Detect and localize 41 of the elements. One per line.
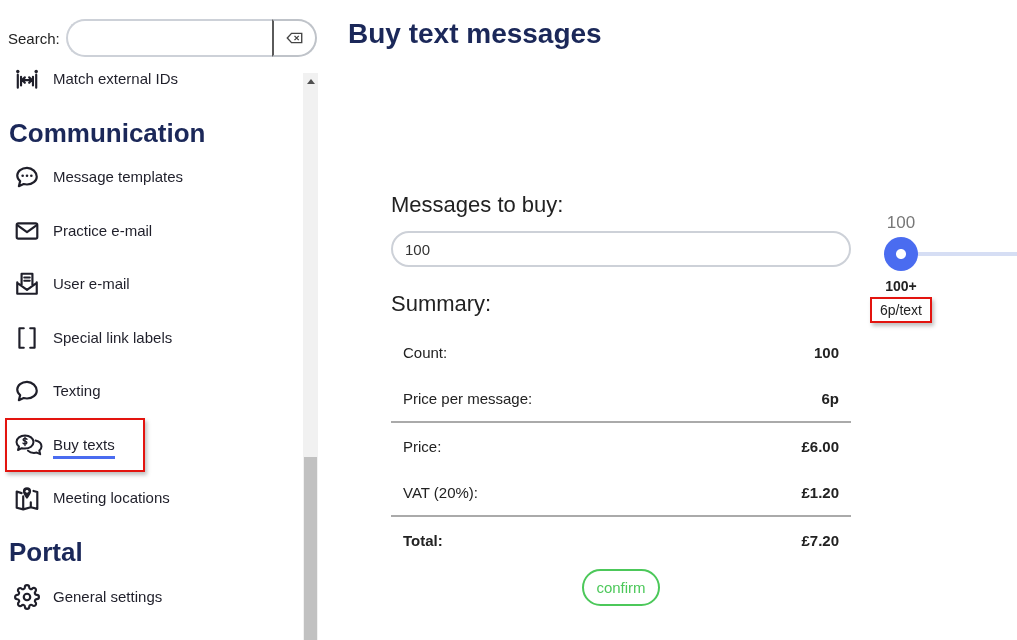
sidebar-item[interactable]: User e-mail <box>5 257 160 312</box>
clear-search-button[interactable] <box>271 19 317 57</box>
section-heading: Portal <box>8 536 84 569</box>
quantity-label: Messages to buy: <box>391 191 565 219</box>
summary-value: £7.20 <box>801 531 839 549</box>
scrollbar-thumb[interactable] <box>304 457 317 640</box>
scrollbar[interactable] <box>303 73 318 640</box>
summary-label: VAT (20%): <box>403 483 479 501</box>
page-title: Buy text messages <box>348 17 603 51</box>
summary-label: Count: <box>403 343 448 361</box>
search-field[interactable] <box>65 19 272 57</box>
sidebar-item[interactable]: Match external IDs <box>5 68 209 106</box>
summary-value: 6p <box>821 389 839 407</box>
envelope-letter-icon <box>14 271 40 298</box>
summary-label: Price: <box>403 437 442 455</box>
double-arrow-icon <box>14 68 40 92</box>
summary-title: Summary: <box>391 290 493 318</box>
summary-value: 100 <box>813 343 839 361</box>
slider-thumb[interactable] <box>884 237 918 271</box>
search-label: Search: <box>8 29 60 47</box>
dollar-chat-icon <box>14 432 44 457</box>
sidebar-item[interactable]: Special link labels <box>5 310 203 365</box>
summary-value: £6.00 <box>801 437 839 455</box>
sidebar-item[interactable]: Texting <box>5 364 131 419</box>
sidebar-item[interactable]: Message templates <box>5 150 214 205</box>
sidebar-item[interactable]: Practice e-mail <box>5 203 183 258</box>
summary-value: £1.20 <box>801 483 839 501</box>
sidebar-item[interactable]: General settings <box>5 569 193 624</box>
price-label: 6p/text <box>870 297 932 323</box>
slider-value-label: 100 <box>886 213 916 233</box>
summary-label: Total: <box>403 531 443 549</box>
backspace-icon <box>285 32 303 44</box>
slider-mark-label: 100+ <box>885 277 917 295</box>
map-pin-icon <box>14 485 40 512</box>
section-heading: Communication <box>8 116 207 150</box>
scroll-up-arrow-icon[interactable] <box>306 79 315 84</box>
gear-icon <box>14 583 40 610</box>
summary-label: Price per message: <box>403 389 533 407</box>
quantity-field[interactable]: 100 <box>391 231 851 267</box>
sidebar-item[interactable]: Meeting locations <box>5 471 200 526</box>
sidebar-item[interactable]: Buy texts <box>5 417 145 472</box>
